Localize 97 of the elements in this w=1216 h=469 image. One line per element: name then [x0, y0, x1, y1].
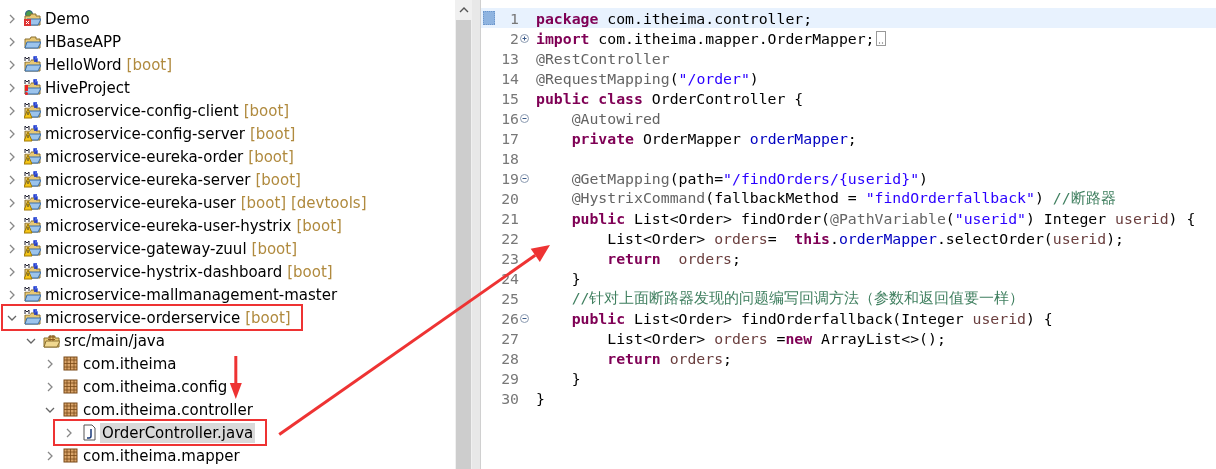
line-number: 23 [500, 249, 519, 267]
tree-item[interactable]: microservice-mallmanagement-master [43, 284, 340, 305]
project-folder-icon [24, 79, 41, 96]
tree-item[interactable]: HiveProject [43, 77, 132, 98]
decoration-label: [boot] [248, 147, 294, 166]
tree-item[interactable]: com.itheima.mapper [81, 445, 242, 466]
decoration-label: [boot] [251, 239, 298, 258]
line-number: 25 [500, 289, 519, 307]
tree-item[interactable]: HelloWord [43, 54, 124, 75]
tree-item[interactable]: microservice-config-client [43, 100, 241, 121]
expand-fold-icon[interactable] [520, 33, 529, 43]
tree-item[interactable]: microservice-config-server [43, 123, 247, 144]
line-number: 28 [500, 349, 519, 367]
tree-item[interactable]: src/main/java [62, 330, 167, 351]
code-line: public List<Order> findOrder(@PathVariable("userid") Integer userid) { [570, 209, 1196, 227]
quick-diff-marker-icon [483, 11, 495, 25]
package-icon [62, 401, 79, 418]
code-line: return orders; [606, 349, 732, 367]
code-line: package com.itheima.controller; [536, 9, 813, 27]
tree-item[interactable]: microservice-eureka-user-hystrix [43, 215, 294, 236]
globe-folder-icon [24, 10, 41, 27]
code-line: } [570, 369, 581, 387]
code-line: } [570, 269, 581, 287]
decoration-label: [boot] [255, 170, 301, 189]
collapse-fold-icon[interactable] [520, 173, 529, 183]
scroll-up-icon[interactable] [458, 7, 469, 13]
line-number: 15 [500, 89, 519, 107]
code-line: @GetMapping(path="/findOrders/{userid}") [570, 169, 928, 187]
package-folder-icon [43, 332, 60, 349]
project-folder-icon [24, 194, 41, 211]
code-line: return orders; [606, 249, 741, 267]
decoration-label: [boot] [126, 55, 173, 74]
code-line: public List<Order> findOrderfallback(Integer userid) { [570, 309, 1053, 327]
scrollbar-thumb[interactable] [456, 20, 471, 469]
project-folder-icon [24, 148, 41, 165]
decoration-label: [boot] [245, 308, 291, 327]
java-file-icon [81, 424, 98, 441]
code-line: //针对上面断路器发现的问题编写回调方法（参数和返回值要一样） [570, 288, 1025, 308]
line-number: 13 [500, 49, 519, 67]
line-number: 18 [500, 149, 519, 167]
package-icon [62, 355, 79, 372]
decoration-label: [boot] [243, 101, 290, 120]
code-line: import com.itheima.mapper.OrderMapper; [536, 29, 875, 47]
project-folder-icon [24, 240, 41, 257]
project-folder-icon [24, 102, 41, 119]
tree-item[interactable]: microservice-orderservice [43, 307, 243, 328]
collapse-fold-icon[interactable] [520, 313, 529, 323]
code-line: @HystrixCommand(fallbackMethod = "findOrderfallback") //断路器 [570, 188, 1116, 208]
line-number: 27 [500, 329, 519, 347]
line-number: 26 [500, 309, 519, 327]
line-number: 21 [500, 209, 519, 227]
project-folder-icon [24, 309, 41, 326]
tree-item[interactable]: microservice-eureka-server [43, 169, 253, 190]
line-number: 22 [500, 229, 519, 247]
project-folder-icon [24, 171, 41, 188]
scrollbar[interactable] [455, 0, 472, 469]
tree-item[interactable]: com.itheima.config [81, 376, 230, 397]
code-line: public class OrderController { [536, 89, 804, 107]
project-folder-icon [24, 56, 41, 73]
code-line: @RequestMapping("/order") [536, 69, 759, 87]
line-number: 20 [500, 189, 519, 207]
code-line: @Autowired [570, 109, 661, 127]
decoration-label: [boot] [287, 262, 333, 281]
line-number: 2 [509, 29, 519, 47]
project-folder-icon [24, 263, 41, 280]
decoration-label: [boot] [296, 216, 342, 235]
code-line: List<Order> orders =new ArrayList<>(); [606, 329, 946, 347]
collapse-fold-icon[interactable] [520, 113, 529, 123]
annotation-arrow [229, 356, 242, 399]
line-number: 1 [509, 9, 519, 27]
package-icon [62, 447, 79, 464]
folder-icon [24, 33, 41, 50]
tree-item[interactable]: microservice-eureka-order [43, 146, 246, 167]
code-line: @RestController [536, 49, 670, 67]
tree-item[interactable]: com.itheima [81, 353, 179, 374]
decoration-label: [boot] [devtools] [240, 193, 367, 212]
line-number: 30 [500, 389, 519, 407]
line-number: 19 [500, 169, 519, 187]
project-folder-icon [24, 217, 41, 234]
line-number: 14 [500, 69, 519, 87]
package-icon [62, 378, 79, 395]
line-number: 29 [500, 369, 519, 387]
line-number: 16 [500, 109, 519, 127]
tree-item[interactable]: OrderController.java [100, 422, 256, 443]
tree-item[interactable]: microservice-eureka-user [43, 192, 238, 213]
tree-item[interactable]: Demo [43, 8, 92, 29]
tree-item[interactable]: com.itheima.controller [81, 399, 255, 420]
code-line: } [536, 389, 545, 407]
project-folder-icon [24, 286, 41, 303]
tree-item[interactable]: microservice-gateway-zuul [43, 238, 249, 259]
project-folder-icon [24, 125, 41, 142]
tree-item[interactable]: HBaseAPP [43, 31, 124, 52]
line-number: 17 [500, 129, 519, 147]
code-line: private OrderMapper orderMapper; [570, 129, 857, 147]
code-line: List<Order> orders= this.orderMapper.selectOrder(userid); [606, 229, 1124, 247]
tree-item[interactable]: microservice-hystrix-dashboard [43, 261, 285, 282]
decoration-label: [boot] [250, 124, 296, 143]
